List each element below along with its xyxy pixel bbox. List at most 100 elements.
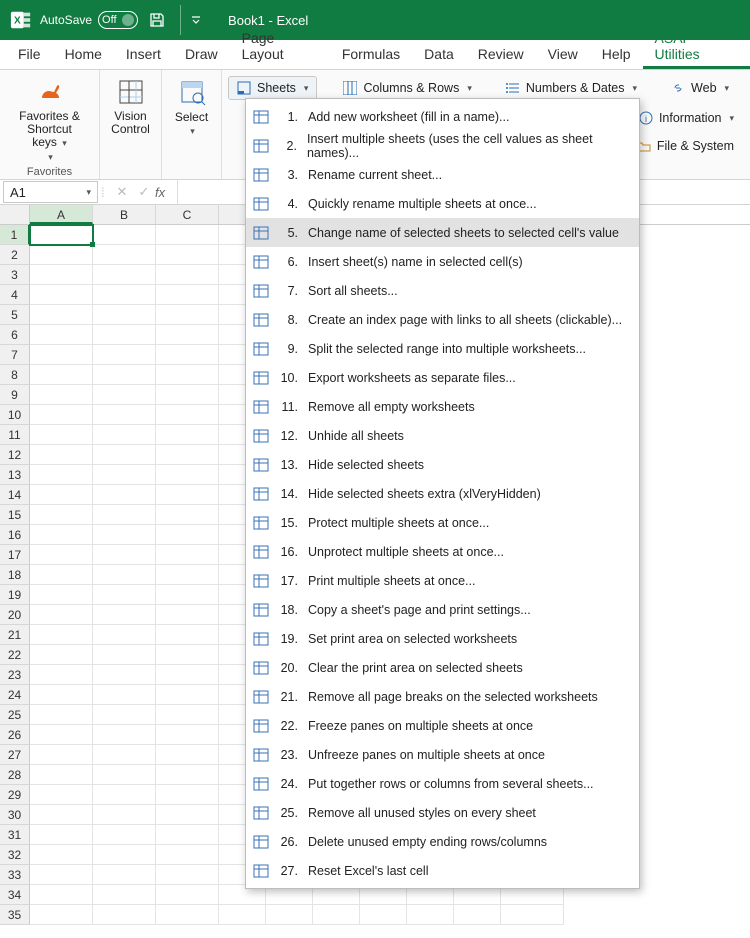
cell[interactable] <box>93 405 156 425</box>
cell[interactable] <box>156 645 219 665</box>
cell[interactable] <box>313 905 360 925</box>
autosave-toggle[interactable]: AutoSave Off <box>40 11 138 29</box>
menu-item[interactable]: 16.Unprotect multiple sheets at once... <box>246 537 639 566</box>
cell[interactable] <box>30 645 93 665</box>
cell[interactable] <box>219 905 266 925</box>
cell[interactable] <box>156 345 219 365</box>
menu-item[interactable]: 7.Sort all sheets... <box>246 276 639 305</box>
row-header[interactable]: 30 <box>0 805 30 825</box>
cell[interactable] <box>156 625 219 645</box>
cell[interactable] <box>93 645 156 665</box>
cell[interactable] <box>30 365 93 385</box>
cell[interactable] <box>93 485 156 505</box>
cell[interactable] <box>156 865 219 885</box>
cell[interactable] <box>93 565 156 585</box>
cell[interactable] <box>30 665 93 685</box>
cell[interactable] <box>30 845 93 865</box>
cell[interactable] <box>156 285 219 305</box>
cell[interactable] <box>156 465 219 485</box>
menu-item[interactable]: 6.Insert sheet(s) name in selected cell(… <box>246 247 639 276</box>
cell[interactable] <box>30 685 93 705</box>
cell[interactable] <box>156 385 219 405</box>
cell[interactable] <box>30 585 93 605</box>
cell[interactable] <box>156 705 219 725</box>
select-all-corner[interactable] <box>0 205 30 224</box>
row-header[interactable]: 26 <box>0 725 30 745</box>
cell[interactable] <box>93 585 156 605</box>
cell[interactable] <box>156 805 219 825</box>
cell[interactable] <box>30 505 93 525</box>
numbers-dates-button[interactable]: Numbers & Dates▾ <box>498 76 645 100</box>
cell[interactable] <box>360 905 407 925</box>
cell[interactable] <box>93 625 156 645</box>
cell[interactable] <box>93 505 156 525</box>
cell[interactable] <box>156 765 219 785</box>
cell[interactable] <box>93 885 156 905</box>
tab-formulas[interactable]: Formulas <box>330 40 412 69</box>
cell[interactable] <box>93 765 156 785</box>
menu-item[interactable]: 20.Clear the print area on selected shee… <box>246 653 639 682</box>
row-header[interactable]: 23 <box>0 665 30 685</box>
cell[interactable] <box>156 525 219 545</box>
cell[interactable] <box>156 365 219 385</box>
cell[interactable] <box>30 825 93 845</box>
cell[interactable] <box>30 625 93 645</box>
menu-item[interactable]: 9.Split the selected range into multiple… <box>246 334 639 363</box>
row-header[interactable]: 6 <box>0 325 30 345</box>
tab-file[interactable]: File <box>6 40 53 69</box>
row-header[interactable]: 8 <box>0 365 30 385</box>
row-header[interactable]: 4 <box>0 285 30 305</box>
cell[interactable] <box>93 325 156 345</box>
name-box[interactable]: A1 ▾ <box>3 181 98 203</box>
row-header[interactable]: 21 <box>0 625 30 645</box>
row-header[interactable]: 33 <box>0 865 30 885</box>
cell[interactable] <box>30 465 93 485</box>
cell[interactable] <box>93 845 156 865</box>
cell[interactable] <box>156 905 219 925</box>
cell[interactable] <box>93 665 156 685</box>
row-header[interactable]: 18 <box>0 565 30 585</box>
cell[interactable] <box>156 505 219 525</box>
row-header[interactable]: 27 <box>0 745 30 765</box>
row-header[interactable]: 13 <box>0 465 30 485</box>
cell[interactable] <box>156 685 219 705</box>
menu-item[interactable]: 5.Change name of selected sheets to sele… <box>246 218 639 247</box>
menu-item[interactable]: 3.Rename current sheet... <box>246 160 639 189</box>
menu-item[interactable]: 17.Print multiple sheets at once... <box>246 566 639 595</box>
cell[interactable] <box>30 785 93 805</box>
cell[interactable] <box>30 725 93 745</box>
row-header[interactable]: 1 <box>0 225 30 245</box>
cell[interactable] <box>501 905 564 925</box>
quick-access-dropdown[interactable] <box>180 5 210 35</box>
cell[interactable] <box>156 425 219 445</box>
menu-item[interactable]: 4.Quickly rename multiple sheets at once… <box>246 189 639 218</box>
cell[interactable] <box>30 305 93 325</box>
menu-item[interactable]: 11.Remove all empty worksheets <box>246 392 639 421</box>
menu-item[interactable]: 12.Unhide all sheets <box>246 421 639 450</box>
cell[interactable] <box>156 485 219 505</box>
web-button[interactable]: Web▾ <box>663 76 737 100</box>
cell[interactable] <box>93 685 156 705</box>
cell[interactable] <box>156 545 219 565</box>
cell[interactable] <box>93 345 156 365</box>
information-button[interactable]: i Information▾ <box>631 106 742 130</box>
cell[interactable] <box>156 445 219 465</box>
cell[interactable] <box>30 245 93 265</box>
menu-item[interactable]: 21.Remove all page breaks on the selecte… <box>246 682 639 711</box>
cell[interactable] <box>156 845 219 865</box>
tab-review[interactable]: Review <box>466 40 536 69</box>
cell[interactable] <box>93 605 156 625</box>
cell[interactable] <box>30 765 93 785</box>
tab-page-layout[interactable]: Page Layout <box>230 24 330 69</box>
cell[interactable] <box>93 265 156 285</box>
row-header[interactable]: 2 <box>0 245 30 265</box>
row-header[interactable]: 16 <box>0 525 30 545</box>
row-header[interactable]: 25 <box>0 705 30 725</box>
cell[interactable] <box>30 865 93 885</box>
cell[interactable] <box>30 405 93 425</box>
cell[interactable] <box>30 285 93 305</box>
row-header[interactable]: 32 <box>0 845 30 865</box>
row-header[interactable]: 15 <box>0 505 30 525</box>
row-header[interactable]: 17 <box>0 545 30 565</box>
menu-item[interactable]: 23.Unfreeze panes on multiple sheets at … <box>246 740 639 769</box>
